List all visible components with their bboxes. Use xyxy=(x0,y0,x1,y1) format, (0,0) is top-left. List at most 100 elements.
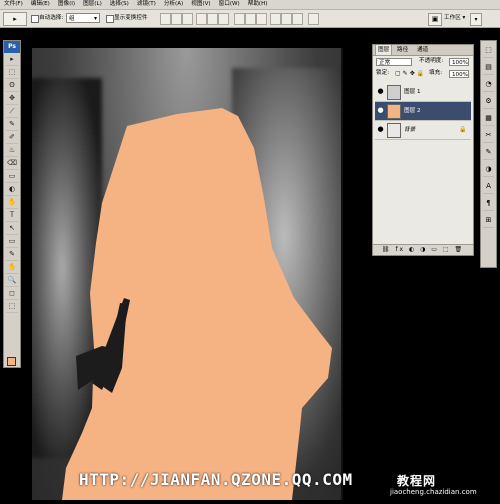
menu-edit[interactable]: 编辑(E) xyxy=(27,0,54,9)
move-tool-preset[interactable]: ▸ xyxy=(3,12,27,26)
menu-help[interactable]: 帮助(H) xyxy=(244,0,272,9)
gradient-tool-icon[interactable]: ◐ xyxy=(6,184,18,196)
marquee-tool-icon[interactable]: ⬚ xyxy=(6,67,18,79)
align-left-icon[interactable] xyxy=(196,13,207,25)
lock-label: 锁定: xyxy=(376,70,390,76)
align-right-icon[interactable] xyxy=(218,13,229,25)
eraser-tool-icon[interactable]: ▭ xyxy=(6,171,18,183)
logo-brand: 教程网 xyxy=(397,474,437,488)
align-center-icon[interactable] xyxy=(207,13,218,25)
scissors-icon[interactable]: ✂ xyxy=(483,128,494,143)
opacity-label: 不透明度: xyxy=(419,58,444,64)
distribute-bottom-icon[interactable] xyxy=(256,13,267,25)
menu-select[interactable]: 选择(S) xyxy=(106,0,133,9)
layer-name: 图层 1 xyxy=(404,89,421,95)
layer-row-selected[interactable]: ● 图层 2 xyxy=(375,102,471,121)
layers-footer-icons[interactable]: ⛓ fx ◐ ◑ ▭ ⬚ 🗑 xyxy=(373,244,473,255)
layer-row[interactable]: ● 背景 🔒 xyxy=(375,121,471,140)
document-canvas[interactable] xyxy=(32,48,341,500)
menu-layer[interactable]: 图层(L) xyxy=(79,0,106,9)
opacity-input[interactable]: 100% xyxy=(449,58,469,66)
distribute-left-icon[interactable] xyxy=(270,13,281,25)
path-selection-tool-icon[interactable]: ↖ xyxy=(6,223,18,235)
layer-thumbnail xyxy=(387,85,401,100)
right-dock: ⬚ ▤ ◔ ⚙ ▦ ✂ ✎ ◑ A ¶ ⊞ xyxy=(480,40,497,268)
notes-tool-icon[interactable]: ✎ xyxy=(6,249,18,261)
fill-input[interactable]: 100% xyxy=(449,70,469,78)
site-logo: 教程网 jiaocheng.chazidian.com xyxy=(385,472,500,504)
move-tool-icon[interactable]: ▸ xyxy=(6,54,18,66)
eyedropper-tool-icon[interactable]: ✎ xyxy=(6,119,18,131)
crop-tool-icon[interactable]: ⟋ xyxy=(6,106,18,118)
tab-layers[interactable]: 图层 xyxy=(375,45,393,55)
character-icon[interactable]: A xyxy=(483,179,494,194)
type-tool-icon[interactable]: Ｔ xyxy=(6,210,18,222)
eye-icon[interactable]: ● xyxy=(377,107,384,114)
tab-paths[interactable]: 路径 xyxy=(395,45,410,55)
layer-name: 图层 2 xyxy=(404,108,421,114)
distribute-center-icon[interactable] xyxy=(281,13,292,25)
show-transform-checkbox[interactable] xyxy=(106,15,114,23)
menu-analysis[interactable]: 分析(A) xyxy=(160,0,187,9)
toolbox: Ps ▸ ⬚ ʘ ✥ ⟋ ✎ ✐ ♨ ⌫ ▭ ◐ ✋ Ｔ ↖ ▭ ✎ ✋ 🔍 ◻… xyxy=(3,40,21,368)
workspace-icon[interactable]: ▣ xyxy=(428,13,442,26)
distribute-right-icon[interactable] xyxy=(292,13,303,25)
fill-label: 填充: xyxy=(429,70,443,76)
tool-presets-icon[interactable]: ⚙ xyxy=(483,94,494,109)
logo-site: jiaocheng.chazidian.com xyxy=(390,488,477,496)
canvas-edge xyxy=(341,48,343,500)
menu-filter[interactable]: 滤镜(T) xyxy=(133,0,160,9)
chevron-down-icon[interactable]: ▾ xyxy=(470,13,482,26)
panel-tabs: 图层 路径 通道 xyxy=(373,45,473,56)
zoom-tool-icon[interactable]: 🔍 xyxy=(6,275,18,287)
distribute-top-icon[interactable] xyxy=(234,13,245,25)
layer-row[interactable]: ● 图层 1 xyxy=(375,83,471,102)
navigator-icon[interactable]: ⬚ xyxy=(483,43,494,58)
magic-wand-tool-icon[interactable]: ✥ xyxy=(6,93,18,105)
auto-align-icon[interactable] xyxy=(308,13,319,25)
auto-select-dropdown[interactable]: 组 xyxy=(66,13,100,24)
brushes-icon[interactable]: ✎ xyxy=(483,145,494,160)
menu-view[interactable]: 视图(V) xyxy=(187,0,214,9)
layer-thumbnail xyxy=(387,123,401,138)
brush-tool-icon[interactable]: ♨ xyxy=(6,145,18,157)
options-bar: ▸ 自动选择: 组 显示变换控件 ▣ 工作区 ▾ ▾ xyxy=(0,10,500,28)
swatches-icon[interactable]: ▦ xyxy=(483,111,494,126)
tab-channels[interactable]: 通道 xyxy=(415,45,430,55)
clone-stamp-tool-icon[interactable]: ⌫ xyxy=(6,158,18,170)
menu-file[interactable]: 文件(F) xyxy=(0,0,27,9)
eye-icon[interactable]: ● xyxy=(377,88,384,95)
watermark-url: HTTP://JIANFAN.QZONE.QQ.COM xyxy=(79,470,353,489)
eye-icon[interactable]: ● xyxy=(377,126,384,133)
menu-image[interactable]: 图像(I) xyxy=(54,0,79,9)
foreground-color-swatch[interactable] xyxy=(7,357,16,366)
adjustments-icon[interactable]: ◑ xyxy=(483,162,494,177)
dodge-tool-icon[interactable]: ✋ xyxy=(6,197,18,209)
layer-thumbnail xyxy=(387,104,401,119)
skin-layer-shape xyxy=(62,108,332,500)
align-top-icon[interactable] xyxy=(160,13,171,25)
layers-panel: 图层 路径 通道 正常 不透明度: 100% 锁定: ▢✎✥🔒 填充: 100%… xyxy=(372,44,474,256)
align-bottom-icon[interactable] xyxy=(182,13,193,25)
paragraph-icon[interactable]: ¶ xyxy=(483,196,494,211)
menu-window[interactable]: 窗口(W) xyxy=(215,0,244,9)
hand-tool-icon[interactable]: ✋ xyxy=(6,262,18,274)
info-icon[interactable]: ▤ xyxy=(483,60,494,75)
ps-logo: Ps xyxy=(4,41,20,53)
menu-bar: 文件(F) 编辑(E) 图像(I) 图层(L) 选择(S) 滤镜(T) 分析(A… xyxy=(0,0,500,10)
blend-mode-select[interactable]: 正常 xyxy=(376,58,412,66)
align-middle-icon[interactable] xyxy=(171,13,182,25)
histogram-icon[interactable]: ◔ xyxy=(483,77,494,92)
quick-mask-icon[interactable]: ◻ xyxy=(6,288,18,300)
lock-icons[interactable]: ▢✎✥🔒 xyxy=(395,69,426,78)
layer-comps-icon[interactable]: ⊞ xyxy=(483,213,494,228)
screen-mode-icon[interactable]: ⬚ xyxy=(6,301,18,313)
distribute-middle-icon[interactable] xyxy=(245,13,256,25)
lasso-tool-icon[interactable]: ʘ xyxy=(6,80,18,92)
skin-fill-path xyxy=(62,108,332,500)
healing-brush-tool-icon[interactable]: ✐ xyxy=(6,132,18,144)
workspace-menu[interactable]: 工作区 ▾ xyxy=(444,13,465,24)
auto-select-label: 自动选择: xyxy=(39,15,64,21)
shape-tool-icon[interactable]: ▭ xyxy=(6,236,18,248)
auto-select-checkbox[interactable] xyxy=(31,15,39,23)
